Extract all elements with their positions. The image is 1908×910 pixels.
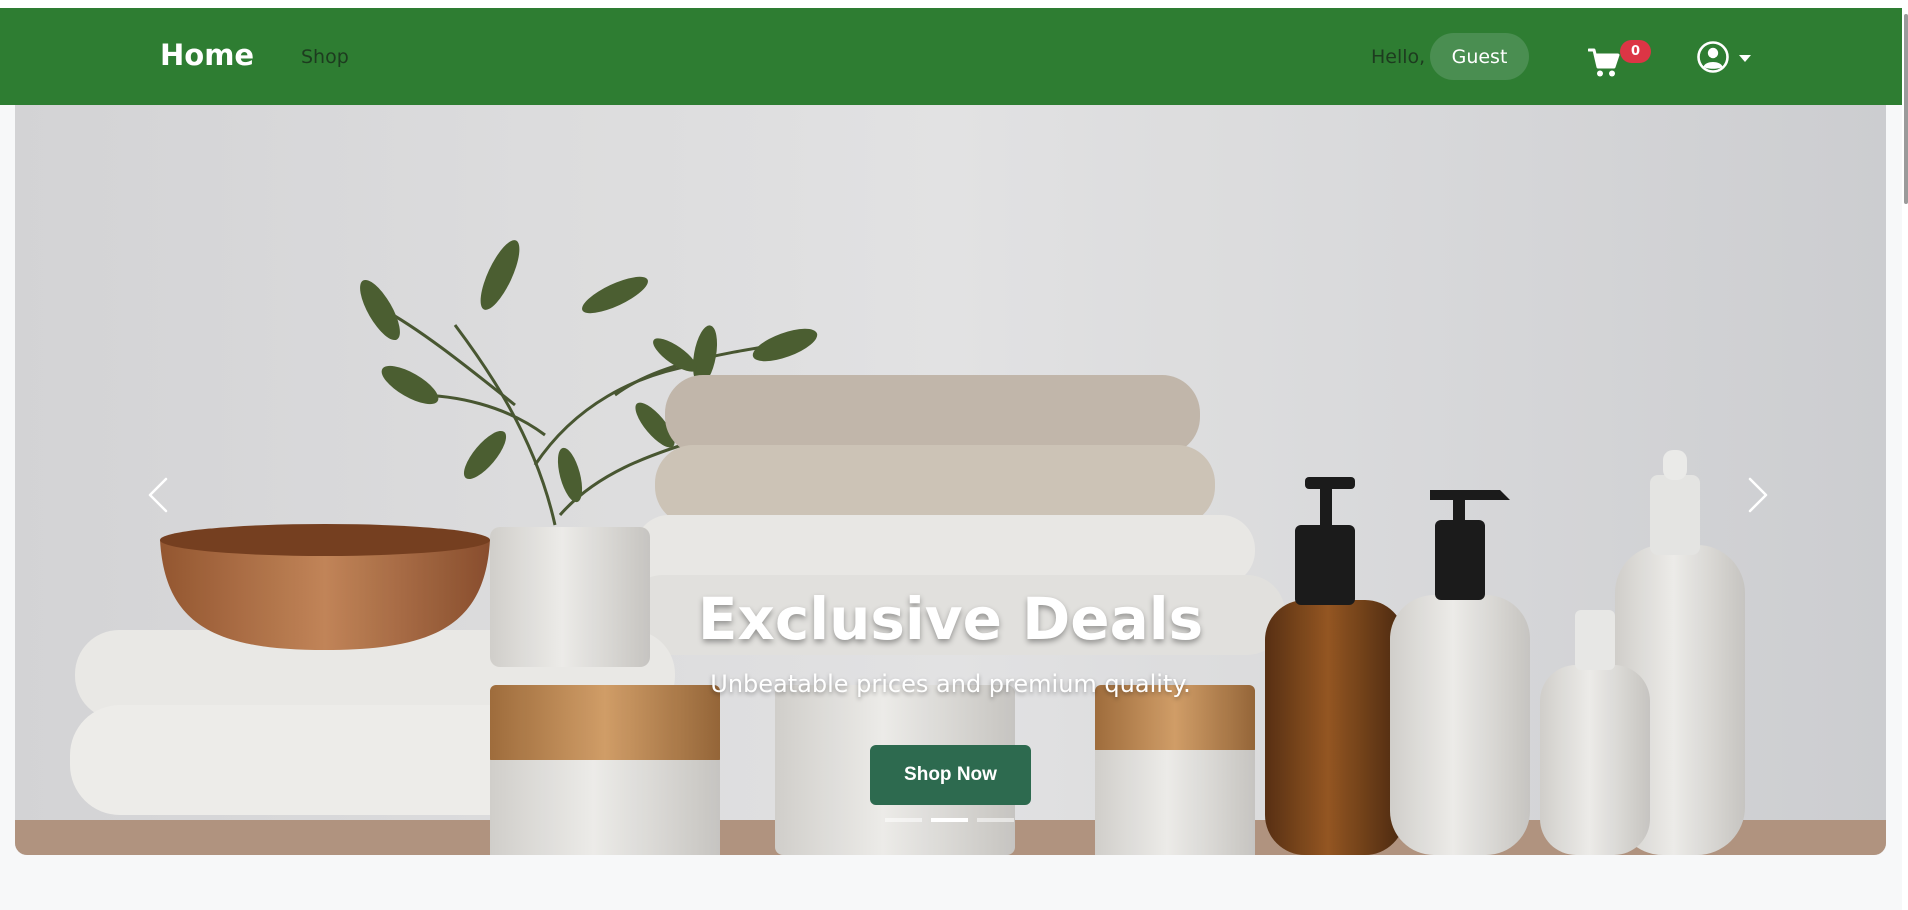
cart-icon bbox=[1588, 48, 1620, 77]
hero-title: Exclusive Deals bbox=[697, 585, 1204, 653]
chevron-right-icon bbox=[1748, 477, 1768, 513]
carousel-indicator-2[interactable] bbox=[931, 818, 968, 822]
brand-home-link[interactable]: Home bbox=[160, 38, 254, 72]
user-name-badge: Guest bbox=[1430, 33, 1529, 80]
hero-subtitle: Unbeatable prices and premium quality. bbox=[710, 670, 1191, 698]
carousel-indicator-1[interactable] bbox=[885, 818, 922, 822]
carousel-next-button[interactable] bbox=[1728, 455, 1788, 535]
user-circle-icon bbox=[1697, 41, 1729, 73]
cart-button[interactable]: 0 bbox=[1586, 36, 1651, 84]
caret-down-icon bbox=[1739, 55, 1751, 62]
carousel-indicator-3[interactable] bbox=[977, 818, 1014, 822]
greeting-text: Hello, bbox=[1371, 46, 1426, 68]
shop-now-button[interactable]: Shop Now bbox=[870, 745, 1031, 805]
user-menu-dropdown[interactable] bbox=[1696, 38, 1754, 78]
hero-carousel: Exclusive Deals Unbeatable prices and pr… bbox=[15, 105, 1886, 855]
carousel-prev-button[interactable] bbox=[128, 455, 188, 535]
chevron-left-icon bbox=[148, 477, 168, 513]
cart-count-badge: 0 bbox=[1620, 40, 1651, 63]
scrollbar-thumb[interactable] bbox=[1904, 14, 1908, 204]
carousel-indicators bbox=[885, 818, 1014, 822]
window-top-strip bbox=[0, 0, 1908, 8]
hero-slide-image bbox=[15, 105, 1886, 855]
navbar: Home Shop Hello, Guest 0 bbox=[0, 8, 1902, 105]
nav-link-shop[interactable]: Shop bbox=[301, 46, 349, 68]
